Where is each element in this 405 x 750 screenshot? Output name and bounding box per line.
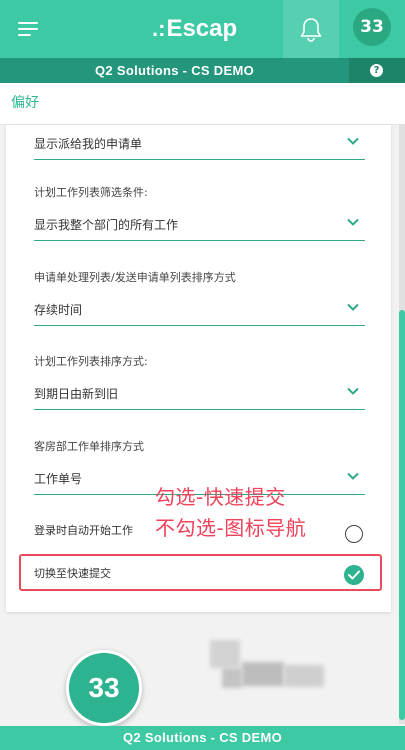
field-label: 计划工作列表筛选条件:: [34, 186, 148, 199]
notifications-button[interactable]: [283, 0, 339, 58]
auto-start-label: 登录时自动开始工作: [34, 524, 133, 537]
request-display-select[interactable]: 显示派给我的申请单: [34, 129, 365, 160]
logo-dots: .:: [152, 16, 166, 41]
annotation-line-1: 勾选-快速提交: [155, 485, 286, 509]
auto-start-checkbox[interactable]: [345, 525, 363, 543]
chevron-down-icon: [347, 303, 359, 311]
work-list-sort-select[interactable]: 到期日由新到旧: [34, 379, 365, 410]
user-badge[interactable]: 33: [353, 8, 391, 46]
select-value: 显示派给我的申请单: [34, 137, 143, 151]
select-value: 存续时间: [34, 303, 83, 317]
bell-icon: [300, 18, 322, 42]
select-value: 工作单号: [34, 472, 83, 486]
field-label: 客房部工作单排序方式: [34, 440, 144, 453]
field-label: 计划工作列表排序方式:: [34, 355, 148, 368]
footer-bar: Q2 Solutions - CS DEMO: [0, 726, 405, 750]
top-app-bar: .:Escap 33: [0, 0, 405, 58]
chevron-down-icon: [347, 472, 359, 480]
field-label: 申请单处理列表/发送申请单列表排序方式: [34, 271, 236, 284]
site-title: Q2 Solutions - CS DEMO: [95, 63, 254, 78]
select-value: 到期日由新到旧: [34, 387, 119, 401]
preferences-header: 偏好: [0, 83, 405, 125]
help-icon: ?: [370, 64, 383, 77]
menu-icon[interactable]: [18, 21, 38, 37]
work-list-filter-select[interactable]: 显示我整个部门的所有工作: [34, 210, 365, 241]
annotation-line-2: 不勾选-图标导航: [155, 516, 307, 540]
scrollbar-thumb[interactable]: [399, 310, 405, 720]
request-list-sort-select[interactable]: 存续时间: [34, 295, 365, 326]
help-button[interactable]: ?: [349, 58, 405, 83]
site-bar: Q2 Solutions - CS DEMO ?: [0, 58, 405, 83]
chevron-down-icon: [347, 387, 359, 395]
app-logo: .:Escap: [152, 13, 237, 45]
avatar-badge[interactable]: 33: [66, 650, 142, 726]
logo-text: Escap: [166, 15, 238, 42]
chevron-down-icon: [347, 137, 359, 145]
annotation-highlight-box: [19, 554, 382, 591]
page-title: 偏好: [11, 95, 39, 111]
select-value: 显示我整个部门的所有工作: [34, 218, 179, 232]
chevron-down-icon: [347, 218, 359, 226]
